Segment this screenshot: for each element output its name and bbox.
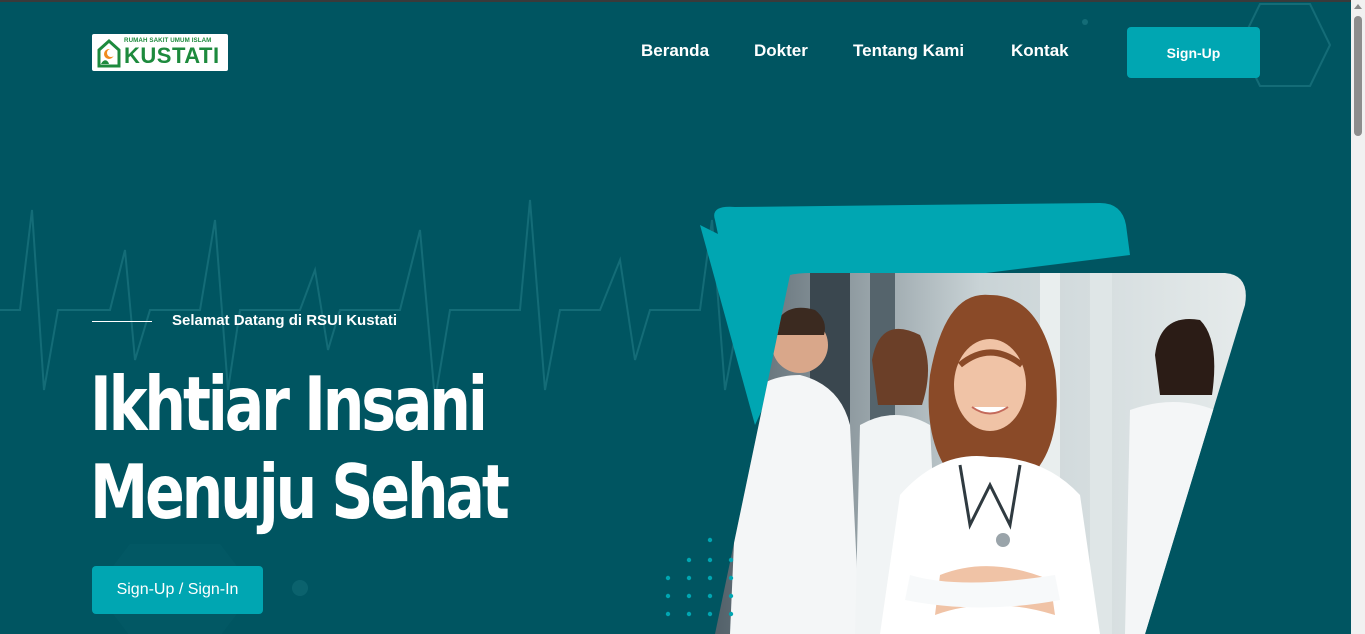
hero-subtitle: Selamat Datang di RSUI Kustati: [172, 312, 398, 329]
scroll-up-arrow-icon[interactable]: [1354, 4, 1362, 9]
hero-title: Ikhtiar Insani Menuju Sehat: [90, 360, 510, 536]
hero-title-line1: Ikhtiar Insani: [90, 360, 488, 448]
hero-title-line2: Menuju Sehat: [90, 448, 510, 536]
logo[interactable]: RUMAH SAKIT UMUM ISLAM KUSTATI: [92, 34, 228, 71]
browser-top-edge: [0, 0, 1365, 2]
hero-doctors-image: [665, 203, 1246, 634]
vertical-scrollbar[interactable]: [1351, 0, 1365, 634]
scrollbar-thumb[interactable]: [1354, 16, 1362, 136]
nav-item-kontak[interactable]: Kontak: [1011, 41, 1069, 61]
nav-item-beranda[interactable]: Beranda: [641, 41, 709, 61]
signup-signin-button[interactable]: Sign-Up / Sign-In: [92, 566, 263, 614]
signup-button[interactable]: Sign-Up: [1127, 27, 1260, 78]
nav-item-dokter[interactable]: Dokter: [754, 41, 808, 61]
nav-item-tentang-kami[interactable]: Tentang Kami: [853, 41, 964, 61]
dot-decoration: [1082, 19, 1088, 25]
subtitle-divider: [92, 321, 152, 322]
hospital-logo-icon: [97, 38, 121, 67]
page: RUMAH SAKIT UMUM ISLAM KUSTATI Beranda D…: [0, 0, 1351, 634]
circle-decoration: [292, 580, 308, 596]
logo-name: KUSTATI: [124, 42, 220, 68]
